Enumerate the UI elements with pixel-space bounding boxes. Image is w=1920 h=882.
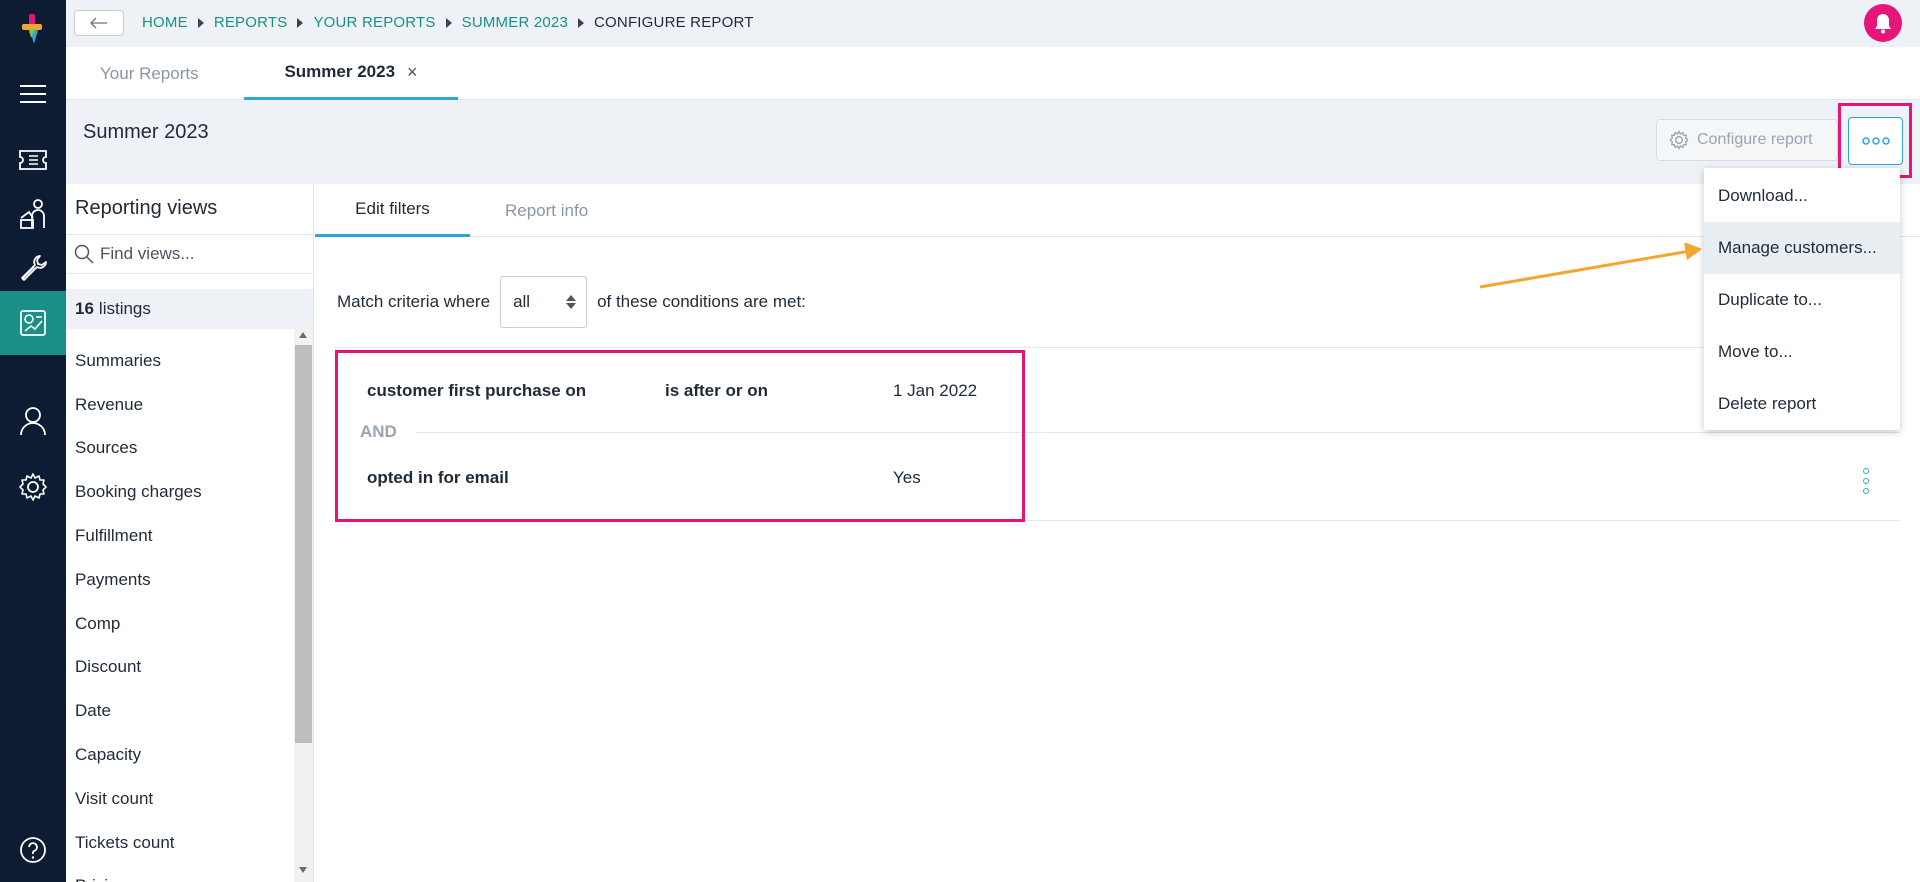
page-header: Summer 2023 Configure report xyxy=(66,100,1920,184)
report-tabs: Your Reports Summer 2023 × xyxy=(66,47,1920,100)
help-icon[interactable] xyxy=(0,818,66,882)
breadcrumb: HOME REPORTS YOUR REPORTS SUMMER 2023 CO… xyxy=(142,14,754,31)
match-select-value: all xyxy=(513,292,531,311)
sidebar-scrollbar-thumb[interactable] xyxy=(295,345,312,743)
settings-icon[interactable] xyxy=(0,455,66,519)
sidebar-item-booking-charges[interactable]: Booking charges xyxy=(66,470,294,514)
main-tabs: Edit filters Report info xyxy=(315,184,1920,237)
conditions-highlight-outline xyxy=(335,350,1025,522)
breadcrumb-summer-2023[interactable]: SUMMER 2023 xyxy=(462,14,568,31)
match-prefix: Match criteria where xyxy=(337,292,491,311)
page-title: Summer 2023 xyxy=(83,121,209,143)
menu-item-manage-customers[interactable]: Manage customers... xyxy=(1704,222,1900,274)
close-tab-icon[interactable]: × xyxy=(407,62,418,83)
back-button[interactable] xyxy=(74,10,124,36)
annotation-arrow-icon xyxy=(1479,243,1702,289)
sidebar-item-revenue[interactable]: Revenue xyxy=(66,383,294,427)
sidebar-item-payments[interactable]: Payments xyxy=(66,558,294,602)
divider xyxy=(335,347,1899,348)
condition-options-icon[interactable] xyxy=(1860,468,1872,494)
brand-logo-icon[interactable] xyxy=(17,12,49,46)
views-list: Summaries Revenue Sources Booking charge… xyxy=(66,329,294,882)
tab-summer-2023[interactable]: Summer 2023 × xyxy=(244,47,458,100)
menu-item-download[interactable]: Download... xyxy=(1704,170,1900,222)
top-bar: HOME REPORTS YOUR REPORTS SUMMER 2023 CO… xyxy=(66,0,1920,47)
tab-report-info[interactable]: Report info xyxy=(505,184,588,237)
menu-item-delete-report[interactable]: Delete report xyxy=(1704,378,1900,430)
configure-report-button[interactable]: Configure report xyxy=(1656,119,1838,161)
more-options-menu: Download... Manage customers... Duplicat… xyxy=(1704,168,1900,430)
gear-icon xyxy=(1669,130,1689,150)
match-criteria-row: Match criteria where all of these condit… xyxy=(337,276,806,328)
listing-count: 16 listings xyxy=(66,289,313,329)
up-down-arrows-icon xyxy=(566,295,577,309)
sidebar-item-capacity[interactable]: Capacity xyxy=(66,733,294,777)
bell-icon xyxy=(1875,14,1891,34)
sidebar-item-pricing[interactable]: Pricing xyxy=(66,865,294,882)
sidebar-item-fulfillment[interactable]: Fulfillment xyxy=(66,514,294,558)
sidebar-item-date[interactable]: Date xyxy=(66,689,294,733)
search-views-input[interactable] xyxy=(100,244,300,264)
user-icon[interactable] xyxy=(0,389,66,453)
match-suffix: of these conditions are met: xyxy=(597,292,806,311)
tab-label: Your Reports xyxy=(100,63,199,83)
tab-label: Summer 2023 xyxy=(284,62,396,81)
search-icon xyxy=(74,244,94,264)
scroll-down-icon[interactable] xyxy=(299,867,307,873)
sidebar-item-sources[interactable]: Sources xyxy=(66,427,294,471)
listing-count-number: 16 xyxy=(75,299,94,318)
more-options-button[interactable] xyxy=(1848,117,1903,165)
menu-item-move[interactable]: Move to... xyxy=(1704,326,1900,378)
left-nav-rail xyxy=(0,0,66,882)
breadcrumb-reports[interactable]: REPORTS xyxy=(214,14,288,31)
ellipsis-icon xyxy=(1861,137,1890,145)
sidebar-item-summaries[interactable]: Summaries xyxy=(66,339,294,383)
arrow-left-icon xyxy=(90,17,107,29)
menu-item-duplicate[interactable]: Duplicate to... xyxy=(1704,274,1900,326)
sidebar-title: Reporting views xyxy=(75,197,218,219)
match-criteria-select[interactable]: all xyxy=(500,276,588,328)
caret-right-icon xyxy=(578,17,585,28)
breadcrumb-home[interactable]: HOME xyxy=(142,14,188,31)
tab-edit-filters[interactable]: Edit filters xyxy=(315,184,470,237)
sidebar-item-visit-count[interactable]: Visit count xyxy=(66,777,294,821)
view-search xyxy=(66,234,313,274)
menu-icon[interactable] xyxy=(0,62,66,126)
sidebar-item-discount[interactable]: Discount xyxy=(66,646,294,690)
reports-icon[interactable] xyxy=(0,291,66,355)
notification-bell-button[interactable] xyxy=(1864,4,1902,42)
tab-your-reports[interactable]: Your Reports xyxy=(100,47,199,100)
sidebar-item-comp[interactable]: Comp xyxy=(66,602,294,646)
configure-report-label: Configure report xyxy=(1697,131,1813,148)
reporting-views-sidebar: Reporting views 16 listings Summaries Re… xyxy=(66,184,314,882)
scroll-up-icon[interactable] xyxy=(299,332,307,338)
listing-count-label: listings xyxy=(98,299,151,318)
breadcrumb-your-reports[interactable]: YOUR REPORTS xyxy=(313,14,435,31)
sidebar-item-tickets-count[interactable]: Tickets count xyxy=(66,821,294,865)
caret-right-icon xyxy=(197,17,204,28)
caret-right-icon xyxy=(297,17,304,28)
breadcrumb-current: CONFIGURE REPORT xyxy=(594,14,754,31)
caret-right-icon xyxy=(445,17,452,28)
